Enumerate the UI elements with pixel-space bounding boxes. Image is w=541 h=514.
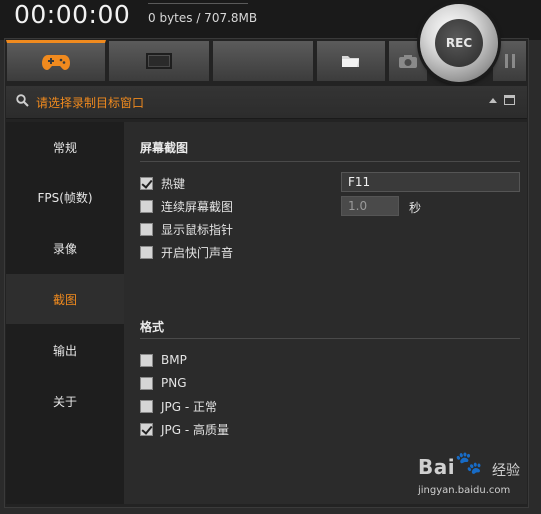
- collapse-caret-icon[interactable]: [489, 98, 497, 103]
- sidebar-item-screenshot[interactable]: 截图: [6, 274, 124, 324]
- format-jpg-high-checkbox[interactable]: [140, 422, 153, 436]
- sidebar-item-general[interactable]: 常规: [6, 122, 124, 172]
- format-option-jpg-normal[interactable]: JPG - 正常: [140, 398, 217, 414]
- tab-game[interactable]: [6, 40, 106, 82]
- screenshot-settings-panel: 屏幕截图 热键 F11 连续屏幕截图 1.0 秒 显示鼠标指针 开启快门声音 格…: [124, 122, 527, 504]
- watermark-logo-suffix: 经验: [492, 463, 520, 479]
- tab-screen[interactable]: [108, 40, 210, 82]
- hotkey-field[interactable]: F11: [341, 172, 520, 192]
- section-divider: [140, 161, 520, 162]
- storage-usage: 0 bytes / 707.8MB: [148, 11, 258, 25]
- shutter-sound-checkbox[interactable]: [140, 245, 153, 259]
- camera-icon: [399, 55, 417, 68]
- sidebar-item-about[interactable]: 关于: [6, 376, 124, 426]
- paw-icon: 🐾: [455, 451, 483, 476]
- pause-icon: [504, 54, 515, 68]
- format-jpg-normal-label: JPG - 正常: [161, 399, 218, 414]
- gamepad-icon: [42, 55, 70, 70]
- baidu-watermark: Bai 🐾 经验 jingyan.baidu.com: [418, 451, 538, 505]
- target-window-label: 请选择录制目标窗口: [36, 96, 145, 110]
- section-title-format: 格式: [140, 320, 165, 334]
- interval-unit: 秒: [409, 201, 422, 215]
- hotkey-option[interactable]: 热键: [140, 175, 185, 191]
- target-window-bar[interactable]: 请选择录制目标窗口: [6, 86, 527, 119]
- show-cursor-label: 显示鼠标指针: [161, 222, 234, 237]
- format-bmp-checkbox[interactable]: [140, 353, 153, 367]
- shutter-sound-option[interactable]: 开启快门声音: [140, 244, 233, 260]
- format-option-png[interactable]: PNG: [140, 375, 187, 391]
- interval-field[interactable]: 1.0: [341, 196, 399, 216]
- hotkey-label: 热键: [161, 176, 186, 191]
- format-option-jpg-high[interactable]: JPG - 高质量: [140, 421, 229, 437]
- format-bmp-label: BMP: [161, 353, 187, 367]
- continuous-screenshot-option[interactable]: 连续屏幕截图: [140, 198, 233, 214]
- shutter-sound-label: 开启快门声音: [161, 245, 234, 260]
- hotkey-checkbox[interactable]: [140, 176, 153, 190]
- show-cursor-checkbox[interactable]: [140, 222, 153, 236]
- section-divider: [140, 338, 520, 339]
- format-jpg-high-label: JPG - 高质量: [161, 422, 230, 437]
- format-option-bmp[interactable]: BMP: [140, 352, 187, 368]
- sidebar-item-video[interactable]: 录像: [6, 223, 124, 273]
- format-jpg-normal-checkbox[interactable]: [140, 399, 153, 413]
- format-png-label: PNG: [161, 376, 187, 390]
- record-button-label: REC: [435, 19, 483, 67]
- search-icon: [16, 94, 29, 107]
- continuous-screenshot-checkbox[interactable]: [140, 199, 153, 213]
- show-cursor-option[interactable]: 显示鼠标指针: [140, 221, 233, 237]
- tab-folder[interactable]: [316, 40, 386, 82]
- format-png-checkbox[interactable]: [140, 376, 153, 390]
- recording-timer: 00:00:00: [14, 0, 131, 29]
- settings-sidebar: 常规 FPS(帧数) 录像 截图 输出 关于: [6, 122, 124, 504]
- sidebar-item-fps[interactable]: FPS(帧数): [6, 172, 124, 222]
- storage-divider: [148, 3, 248, 4]
- folder-icon: [342, 56, 359, 67]
- watermark-url: jingyan.baidu.com: [418, 485, 511, 496]
- continuous-screenshot-label: 连续屏幕截图: [161, 199, 234, 214]
- window-icon[interactable]: [504, 95, 515, 105]
- record-button[interactable]: REC: [420, 4, 498, 82]
- section-title-screenshot: 屏幕截图: [140, 141, 189, 155]
- sidebar-item-output[interactable]: 输出: [6, 325, 124, 375]
- watermark-logo-text: Bai: [418, 455, 456, 479]
- monitor-icon: [146, 53, 172, 69]
- tab-blank[interactable]: [212, 40, 314, 82]
